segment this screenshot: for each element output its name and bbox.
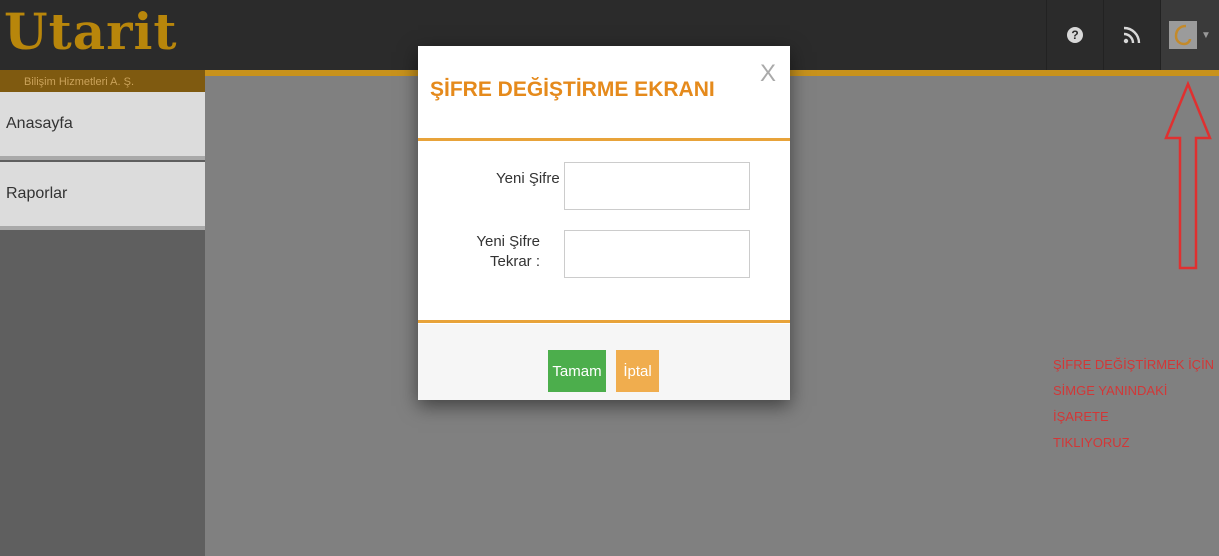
new-password-repeat-input[interactable]: [564, 230, 750, 278]
arrow-up-icon: [1164, 80, 1212, 270]
logo-subtitle: Bilişim Hizmetleri A. Ş.: [24, 76, 135, 88]
ok-button[interactable]: Tamam: [548, 350, 606, 392]
logo-area: Utarit Bilişim Hizmetleri A. Ş.: [0, 0, 205, 92]
logo[interactable]: Utarit: [4, 4, 178, 60]
sidebar: Anasayfa Raporlar: [0, 92, 205, 556]
svg-text:?: ?: [1071, 28, 1078, 42]
password-change-modal: ŞİFRE DEĞİŞTİRME EKRANI X Yeni Şifre : Y…: [418, 46, 790, 400]
modal-title: ŞİFRE DEĞİŞTİRME EKRANI: [430, 78, 715, 101]
user-avatar-icon[interactable]: [1169, 21, 1198, 49]
new-password-repeat-label-line2: Tekrar :: [489, 253, 540, 270]
modal-header-divider: [418, 138, 790, 141]
close-icon[interactable]: X: [760, 60, 776, 88]
new-password-repeat-label-line1: Yeni Şifre: [476, 233, 540, 250]
new-password-input[interactable]: [564, 162, 750, 210]
new-password-repeat-label: Yeni Şifre Tekrar :: [458, 232, 540, 272]
user-menu-button[interactable]: ▼: [1160, 0, 1219, 70]
annotation-line: ŞİFRE DEĞİŞTİRMEK İÇİN: [1053, 357, 1215, 372]
top-icons: ? ▼: [1046, 0, 1219, 70]
caret-down-icon[interactable]: ▼: [1201, 30, 1211, 41]
modal-footer-divider: [418, 320, 790, 323]
cancel-button[interactable]: İptal: [616, 350, 659, 392]
help-icon[interactable]: ?: [1046, 0, 1103, 70]
annotation-text: ŞİFRE DEĞİŞTİRMEK İÇİN SİMGE YANINDAKİ İ…: [1053, 352, 1219, 456]
modal-footer: Tamam İptal: [418, 324, 790, 400]
annotation-line: TIKLIYORUZ: [1053, 435, 1130, 450]
sidebar-item-raporlar[interactable]: Raporlar: [0, 162, 205, 230]
sidebar-item-anasayfa[interactable]: Anasayfa: [0, 92, 205, 160]
new-password-label: Yeni Şifre :: [496, 170, 568, 187]
rss-icon[interactable]: [1103, 0, 1160, 70]
annotation-line: SİMGE YANINDAKİ İŞARETE: [1053, 383, 1168, 424]
